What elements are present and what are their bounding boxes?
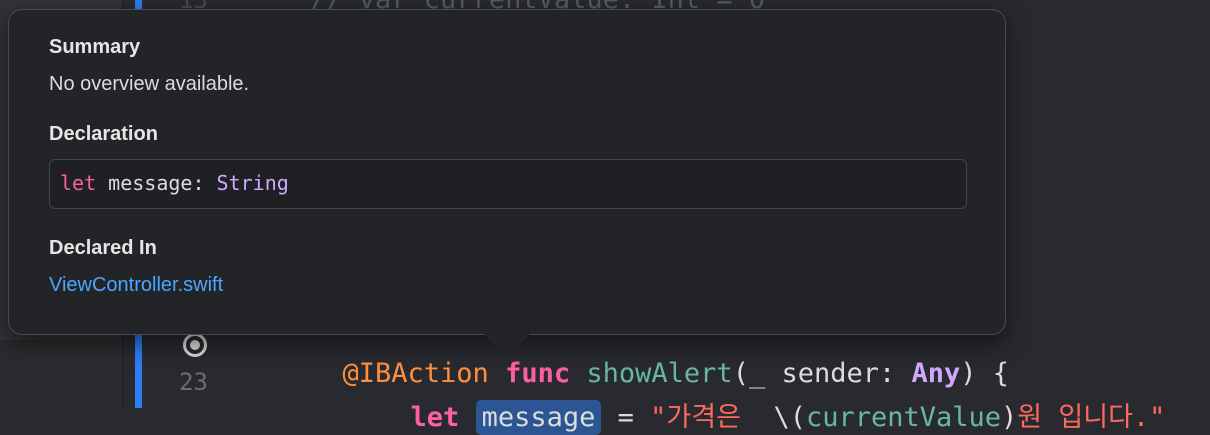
summary-text: No overview available. bbox=[49, 73, 250, 95]
sidebar-lower-area bbox=[0, 340, 122, 408]
code-line-let-message[interactable]: let message = "가격은 \(currentValue)원 입니다.… bbox=[378, 364, 1166, 435]
quick-help-popover: Summary No overview available. Declarati… bbox=[8, 9, 1006, 335]
assign-token: = bbox=[601, 402, 651, 433]
declared-in-heading: Declared In bbox=[49, 237, 157, 259]
popover-pointer-arrow bbox=[483, 333, 531, 359]
declaration-type: String bbox=[216, 171, 289, 195]
string-token: "가격은 bbox=[650, 402, 774, 433]
declared-in-file-link[interactable]: ViewController.swift bbox=[49, 274, 223, 297]
summary-heading: Summary bbox=[49, 36, 141, 58]
declaration-box: let message: String bbox=[49, 159, 967, 209]
declaration-code: let message: String bbox=[60, 171, 289, 195]
declaration-keyword: let bbox=[60, 171, 97, 195]
interp-identifier-token: currentValue bbox=[805, 402, 1002, 433]
declaration-name: message: bbox=[96, 171, 217, 195]
line-number: 23 bbox=[179, 368, 208, 396]
declaration-heading: Declaration bbox=[49, 123, 158, 145]
string-tail-token: 원 입니다." bbox=[1017, 402, 1166, 433]
breakpoint-circle-icon[interactable] bbox=[183, 333, 207, 357]
interp-open-token: \( bbox=[773, 402, 806, 433]
keyword-token: let bbox=[410, 402, 460, 433]
interp-close-token: ) bbox=[1001, 402, 1018, 433]
selected-symbol-message[interactable]: message bbox=[475, 400, 602, 435]
